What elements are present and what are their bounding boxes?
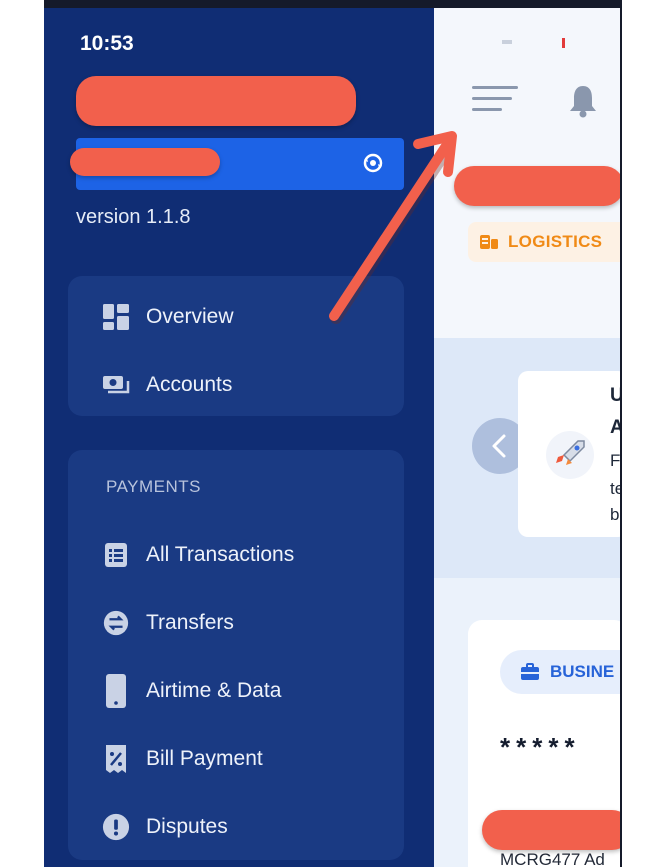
device-frame-top [44, 0, 622, 8]
sidebar-item-label: Accounts [146, 373, 233, 396]
masked-balance: ***** [500, 732, 581, 762]
sidebar-item-label: Overview [146, 305, 234, 328]
status-time: 10:53 [80, 32, 134, 55]
promo-text-line: b [610, 505, 620, 524]
sidebar-item-label: Disputes [146, 815, 228, 838]
category-badge-label: LOGISTICS [508, 232, 603, 251]
truck-icon [480, 235, 498, 249]
sidebar-item-label: All Transactions [146, 543, 295, 566]
briefcase-icon [521, 663, 539, 680]
redacted-page-title [454, 166, 620, 206]
dashboard-icon [102, 303, 130, 331]
bell-icon[interactable] [568, 84, 598, 123]
sidebar-item-all-transactions[interactable]: All Transactions [102, 538, 294, 572]
category-badge: LOGISTICS [468, 222, 620, 262]
nav-group-main: Overview Accounts [68, 276, 404, 416]
phone-icon [102, 674, 130, 708]
list-icon [102, 541, 130, 569]
sidebar-item-transfers[interactable]: Transfers [102, 606, 234, 640]
alert-icon [102, 813, 130, 841]
promo-text-line: A [610, 417, 620, 438]
sidebar-item-label: Airtime & Data [146, 679, 282, 702]
sidebar-drawer: 10:53 version 1.1.8 Overview Accounts PA… [44, 8, 434, 867]
account-type-pill[interactable]: BUSINE [500, 650, 620, 694]
account-number: MCRG477 Ad [500, 850, 605, 867]
sidebar-item-bill-payment[interactable]: Bill Payment [102, 742, 263, 776]
switch-account-icon[interactable] [362, 152, 384, 174]
sidebar-item-disputes[interactable]: Disputes [102, 810, 228, 844]
redacted-business-id [70, 148, 220, 176]
redacted-business-name [76, 76, 356, 126]
redacted-account-name [482, 810, 620, 850]
promo-text-line: U [610, 385, 620, 406]
nav-group-payments: PAYMENTS All Transactions Transfers Airt… [68, 450, 404, 860]
transfer-icon [102, 609, 130, 637]
status-indicator [502, 40, 512, 44]
main-header: LOGISTICS [434, 8, 620, 338]
app-version: version 1.1.8 [76, 206, 191, 228]
sidebar-item-label: Transfers [146, 611, 234, 634]
promo-card[interactable]: U A F te b [518, 371, 620, 537]
sidebar-item-label: Bill Payment [146, 747, 263, 770]
account-type-label: BUSINE [550, 662, 615, 681]
rocket-icon [546, 431, 594, 479]
recording-indicator [562, 38, 565, 48]
promo-text-line: te [610, 479, 620, 498]
promo-text-line: F [610, 451, 620, 470]
phone-screen: LOGISTICS U A F te b BUSINE ***** MCRG47… [44, 8, 620, 867]
receipt-icon [102, 745, 130, 773]
section-title-payments: PAYMENTS [106, 477, 201, 496]
hamburger-menu-icon[interactable] [472, 86, 518, 126]
accounts-icon [102, 371, 130, 399]
sidebar-item-airtime-data[interactable]: Airtime & Data [102, 674, 281, 708]
sidebar-item-accounts[interactable]: Accounts [102, 368, 232, 402]
sidebar-item-overview[interactable]: Overview [102, 300, 234, 334]
main-panel: LOGISTICS U A F te b BUSINE ***** MCRG47… [434, 8, 620, 867]
